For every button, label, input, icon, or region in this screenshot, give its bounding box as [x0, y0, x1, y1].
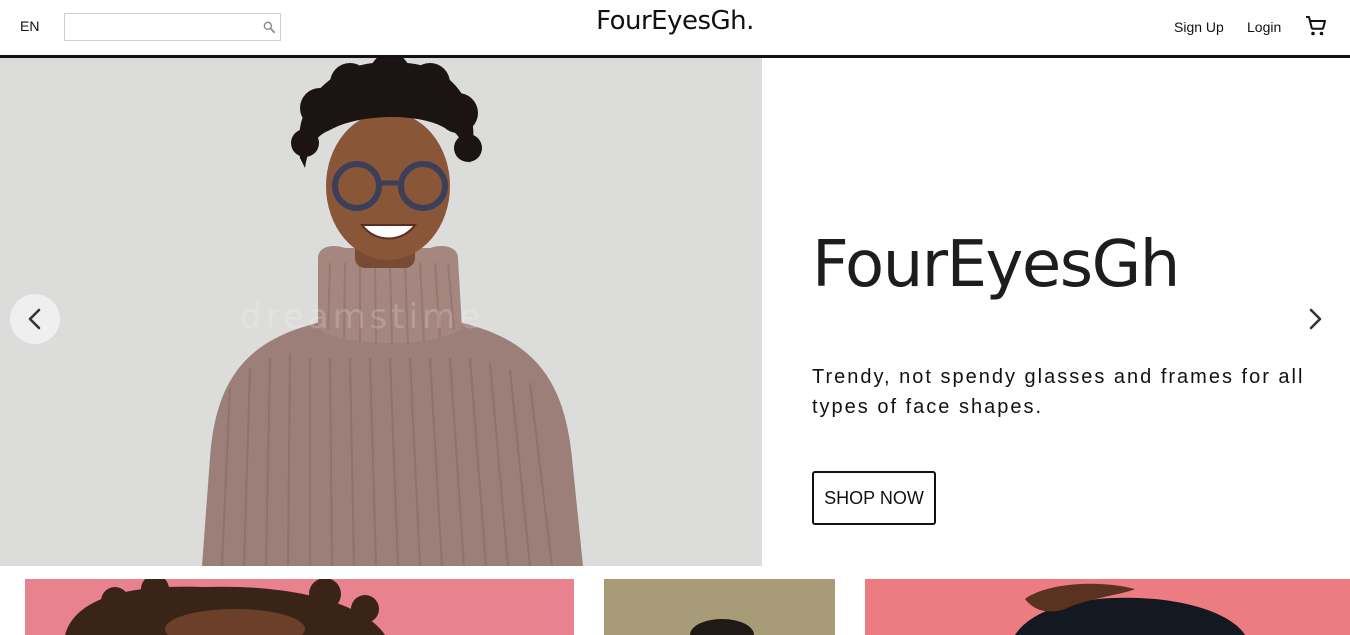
shop-now-button[interactable]: SHOP NOW — [812, 471, 936, 525]
hero-text-panel: FourEyesGh Trendy, not spendy glasses an… — [812, 58, 1332, 566]
svg-text:dreamstime: dreamstime — [240, 297, 484, 337]
product-card-3[interactable] — [865, 579, 1350, 635]
product-image — [690, 619, 754, 635]
site-header: EN FourEyesGh. Sign Up Login — [0, 0, 1350, 58]
product-card-1[interactable] — [25, 579, 574, 635]
search-input[interactable] — [65, 14, 255, 40]
logo-text[interactable]: FourEyesGh. — [596, 6, 754, 36]
hero-title: FourEyesGh — [812, 228, 1180, 302]
chevron-right-icon — [1309, 308, 1322, 330]
hero-carousel: dreamstime FourEyesGh Trendy, not spendy… — [0, 58, 1350, 566]
product-card-2[interactable] — [604, 579, 835, 635]
product-image — [1015, 583, 1245, 635]
sign-up-link[interactable]: Sign Up — [1174, 19, 1224, 35]
hero-image: dreamstime — [0, 58, 762, 566]
chevron-left-icon — [28, 308, 41, 330]
search-icon[interactable] — [262, 20, 276, 34]
search-box[interactable] — [64, 13, 281, 41]
language-selector[interactable]: EN — [20, 18, 39, 34]
login-link[interactable]: Login — [1247, 19, 1281, 35]
product-grid — [0, 566, 1350, 635]
hero-tagline: Trendy, not spendy glasses and frames fo… — [812, 366, 1305, 418]
carousel-prev-button[interactable] — [10, 294, 60, 344]
model-illustration: dreamstime — [202, 58, 583, 566]
carousel-next-button[interactable] — [1300, 304, 1330, 334]
product-image — [65, 579, 385, 635]
shopping-cart-icon[interactable] — [1304, 14, 1328, 38]
